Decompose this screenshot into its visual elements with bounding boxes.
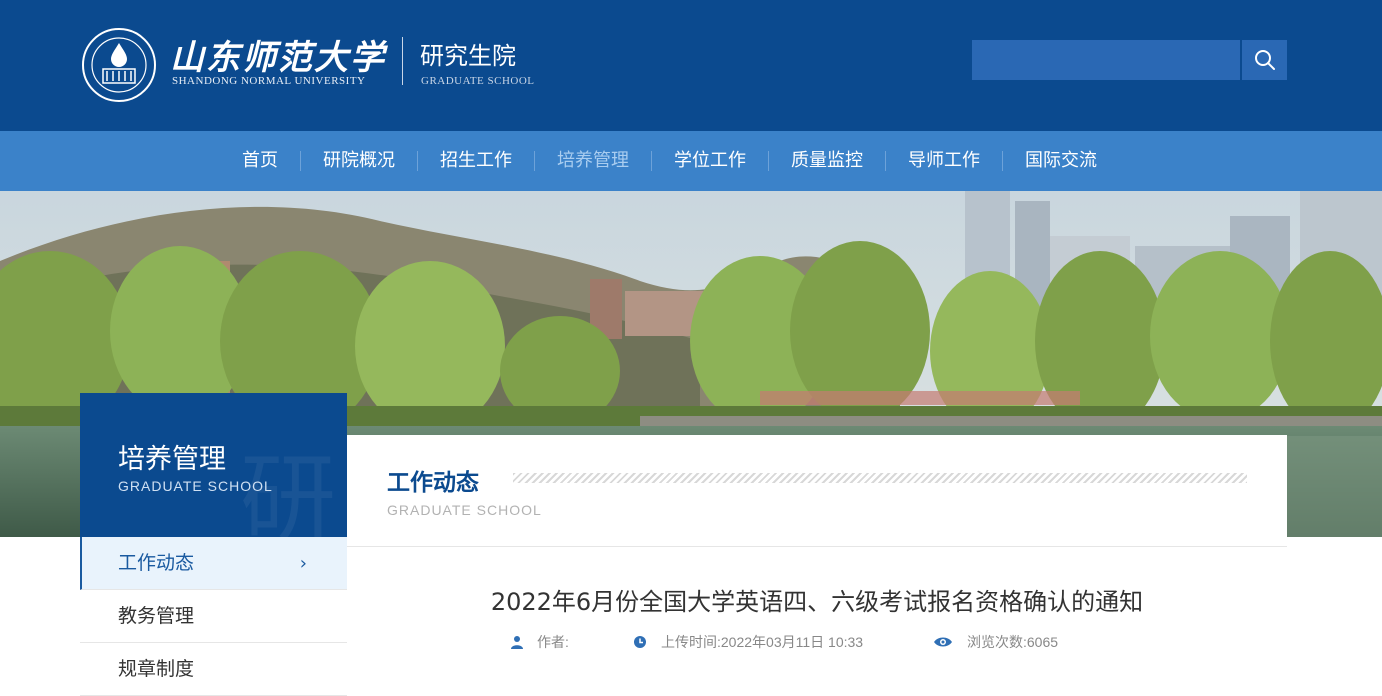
nav-item-degree[interactable]: 学位工作 bbox=[652, 151, 769, 171]
section-divider bbox=[347, 546, 1287, 547]
article-title: 2022年6月份全国大学英语四、六级考试报名资格确认的通知 bbox=[490, 588, 1144, 616]
sidebar-menu: 工作动态 › 教务管理 规章制度 bbox=[80, 537, 347, 696]
nav-item-admissions[interactable]: 招生工作 bbox=[418, 151, 535, 171]
sidebar-item-academic-affairs[interactable]: 教务管理 bbox=[80, 590, 347, 643]
university-emblem-icon[interactable] bbox=[81, 27, 157, 103]
university-name-cn[interactable]: 山东师范大学 bbox=[170, 30, 386, 79]
article-views: 浏览次数:6065 bbox=[933, 632, 1058, 652]
site-header: 山东师范大学 SHANDONG NORMAL UNIVERSITY 研究生院 G… bbox=[0, 0, 1382, 131]
nav-list: 首页 研院概况 招生工作 培养管理 学位工作 质量监控 导师工作 国际交流 bbox=[220, 131, 1119, 191]
section-title-decoration bbox=[513, 473, 1247, 483]
sidebar-item-label: 工作动态 bbox=[118, 552, 195, 574]
nav-item-training[interactable]: 培养管理 bbox=[535, 151, 652, 171]
views-label: 浏览次数:6065 bbox=[967, 634, 1059, 650]
sidebar-item-work-news[interactable]: 工作动态 › bbox=[80, 537, 347, 590]
content-panel: 工作动态 GRADUATE SCHOOL 2022年6月份全国大学英语四、六级考… bbox=[347, 435, 1287, 667]
nav-item-quality[interactable]: 质量监控 bbox=[769, 151, 886, 171]
search-button[interactable] bbox=[1242, 40, 1287, 80]
nav-item-home[interactable]: 首页 bbox=[220, 151, 301, 171]
main-nav: 首页 研院概况 招生工作 培养管理 学位工作 质量监控 导师工作 国际交流 bbox=[0, 131, 1382, 191]
section-subtitle: GRADUATE SCHOOL bbox=[387, 502, 542, 518]
nav-item-overview[interactable]: 研院概况 bbox=[301, 151, 418, 171]
clock-icon bbox=[634, 636, 646, 648]
section-title: 工作动态 bbox=[387, 470, 479, 496]
search-input[interactable] bbox=[972, 40, 1240, 80]
sidebar-header: 研 培养管理 GRADUATE SCHOOL bbox=[80, 393, 347, 537]
article-author: 作者: bbox=[511, 632, 569, 652]
school-name-en: GRADUATE SCHOOL bbox=[421, 75, 535, 87]
article-upload-time: 上传时间:2022年03月11日 10:33 bbox=[633, 632, 863, 652]
sidebar-item-regulations[interactable]: 规章制度 bbox=[80, 643, 347, 696]
eye-icon bbox=[934, 637, 952, 647]
sidebar-item-label: 规章制度 bbox=[118, 658, 195, 680]
nav-item-international[interactable]: 国际交流 bbox=[1003, 151, 1119, 171]
sidebar-subtitle: GRADUATE SCHOOL bbox=[118, 478, 273, 494]
sidebar-title: 培养管理 bbox=[118, 444, 226, 475]
school-name-cn[interactable]: 研究生院 bbox=[420, 36, 516, 71]
chevron-right-icon: › bbox=[299, 553, 307, 574]
nav-item-supervisor[interactable]: 导师工作 bbox=[886, 151, 1003, 171]
sidebar-item-label: 教务管理 bbox=[118, 605, 195, 627]
university-name-en: SHANDONG NORMAL UNIVERSITY bbox=[172, 75, 366, 87]
author-label: 作者: bbox=[537, 634, 569, 650]
search-icon bbox=[1254, 50, 1275, 70]
header-divider bbox=[402, 37, 403, 85]
upload-time-label: 上传时间:2022年03月11日 10:33 bbox=[661, 634, 864, 650]
user-icon bbox=[511, 636, 523, 649]
